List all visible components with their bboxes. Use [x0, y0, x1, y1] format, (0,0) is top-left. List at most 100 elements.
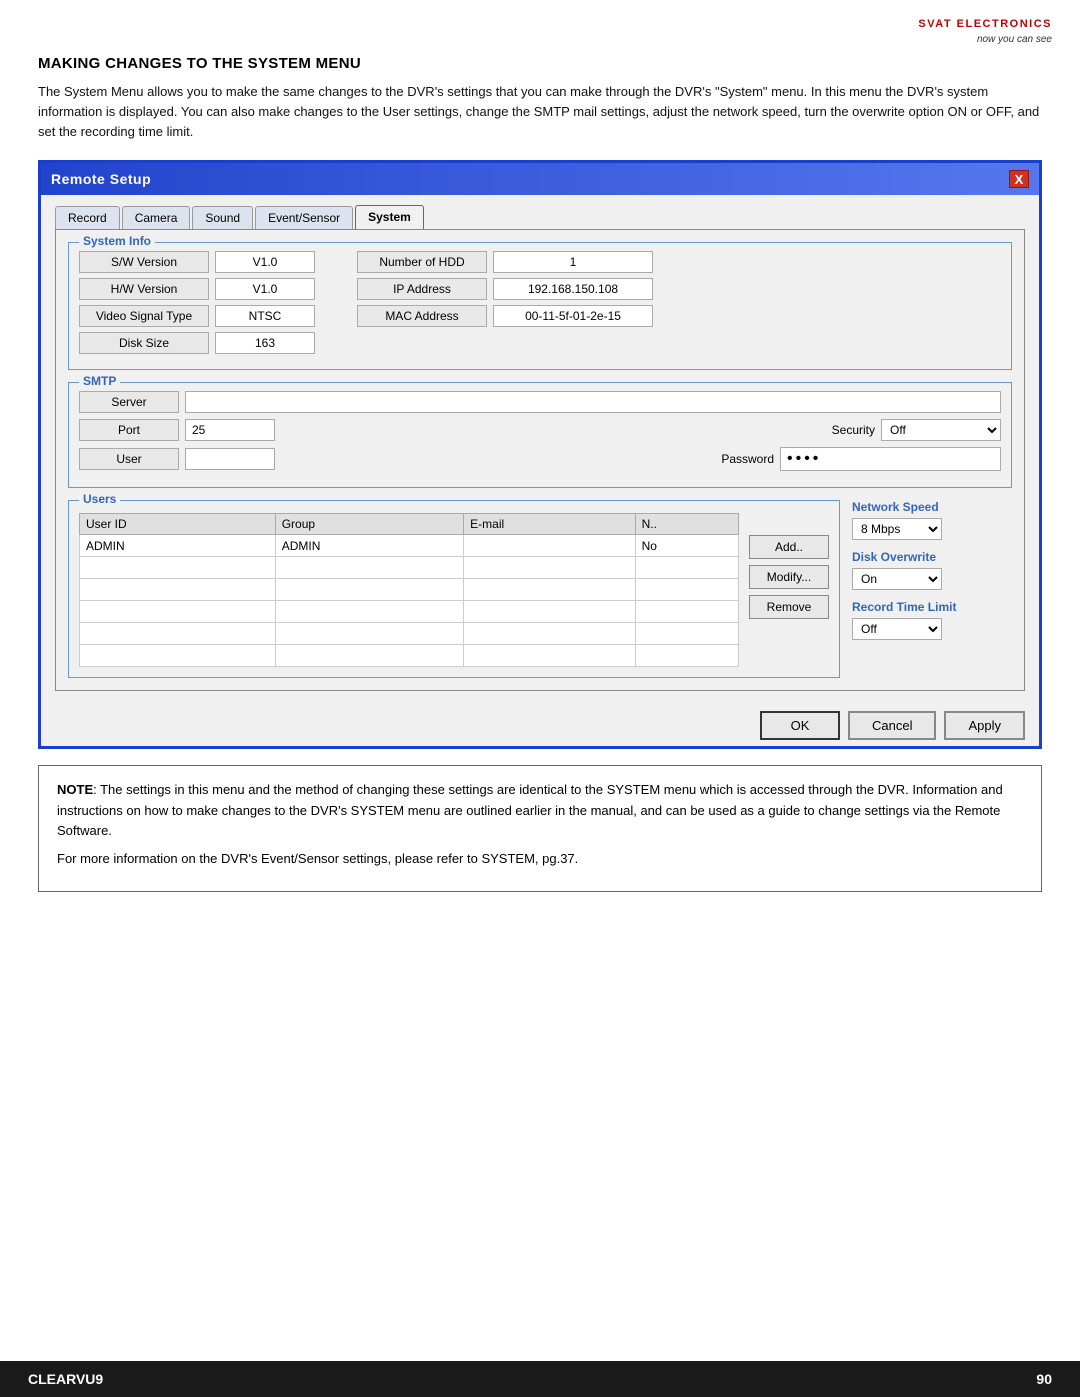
- sw-version-label: S/W Version: [79, 251, 209, 273]
- user-id-cell: ADMIN: [80, 535, 276, 557]
- brand-header: SVAT ELECTRONICS now you can see: [0, 0, 1080, 49]
- tab-content-system: System Info S/W Version V1.0 Number of H…: [55, 229, 1025, 691]
- section-smtp: SMTP Server Port Security Off: [68, 382, 1012, 488]
- smtp-user-label: User: [79, 448, 179, 470]
- col-email: E-mail: [464, 514, 635, 535]
- section-users: Users User ID Group E-mail: [68, 500, 840, 678]
- note-text-2: For more information on the DVR's Event/…: [57, 851, 578, 866]
- side-controls: Network Speed 8 Mbps 4 Mbps 2 Mbps 1 Mbp…: [852, 500, 1012, 678]
- network-speed-select-row: 8 Mbps 4 Mbps 2 Mbps 1 Mbps: [852, 518, 1012, 540]
- ip-address-value: 192.168.150.108: [493, 278, 653, 300]
- tab-sound[interactable]: Sound: [192, 206, 253, 229]
- smtp-port-input[interactable]: [185, 419, 275, 441]
- cancel-button[interactable]: Cancel: [848, 711, 936, 740]
- remove-user-button[interactable]: Remove: [749, 595, 829, 619]
- modify-user-button[interactable]: Modify...: [749, 565, 829, 589]
- smtp-password-input[interactable]: [780, 447, 1001, 471]
- record-time-limit-select-row: Off 1 Hr 2 Hr 3 Hr: [852, 618, 1012, 640]
- hdd-count-value: 1: [493, 251, 653, 273]
- section-system-info: System Info S/W Version V1.0 Number of H…: [68, 242, 1012, 370]
- network-speed-section: Network Speed 8 Mbps 4 Mbps 2 Mbps 1 Mbp…: [852, 500, 1012, 540]
- table-row: [80, 645, 739, 667]
- network-speed-label: Network Speed: [852, 500, 1012, 514]
- add-user-button[interactable]: Add..: [749, 535, 829, 559]
- info-row-sw: S/W Version V1.0 Number of HDD 1: [79, 251, 1001, 273]
- dialog-body: Record Camera Sound Event/Sensor System …: [41, 195, 1039, 703]
- disk-overwrite-select-row: On Off: [852, 568, 1012, 590]
- tab-system[interactable]: System: [355, 205, 424, 229]
- record-time-limit-section: Record Time Limit Off 1 Hr 2 Hr 3 Hr: [852, 600, 1012, 640]
- smtp-server-input[interactable]: [185, 391, 1001, 413]
- footer-page-number: 90: [1036, 1371, 1052, 1387]
- info-row-hw: H/W Version V1.0 IP Address 192.168.150.…: [79, 278, 1001, 300]
- mac-address-label: MAC Address: [357, 305, 487, 327]
- smtp-server-label: Server: [79, 391, 179, 413]
- intro-text: The System Menu allows you to make the s…: [38, 82, 1042, 142]
- dialog-title: Remote Setup: [51, 171, 151, 187]
- ip-address-label: IP Address: [357, 278, 487, 300]
- tab-record[interactable]: Record: [55, 206, 120, 229]
- table-row: ADMIN ADMIN No: [80, 535, 739, 557]
- note-box: NOTE: The settings in this menu and the …: [38, 765, 1042, 892]
- info-row-signal: Video Signal Type NTSC MAC Address 00-11…: [79, 305, 1001, 327]
- record-time-limit-select[interactable]: Off 1 Hr 2 Hr 3 Hr: [852, 618, 942, 640]
- smtp-user-row: User Password: [79, 447, 1001, 471]
- smtp-port-label: Port: [79, 419, 179, 441]
- brand-tagline: now you can see: [977, 34, 1052, 45]
- disk-size-label: Disk Size: [79, 332, 209, 354]
- apply-button[interactable]: Apply: [944, 711, 1025, 740]
- brand-logo: SVAT ELECTRONICS now you can see: [918, 18, 1052, 45]
- n-cell: No: [635, 535, 738, 557]
- hw-version-label: H/W Version: [79, 278, 209, 300]
- col-user-id: User ID: [80, 514, 276, 535]
- smtp-security-select[interactable]: Off SSL TLS: [881, 419, 1001, 441]
- users-and-controls: Users User ID Group E-mail: [68, 500, 1012, 678]
- col-n: N..: [635, 514, 738, 535]
- tab-event-sensor[interactable]: Event/Sensor: [255, 206, 353, 229]
- table-row: [80, 579, 739, 601]
- note-text-1: : The settings in this menu and the meth…: [57, 782, 1003, 837]
- tab-camera[interactable]: Camera: [122, 206, 191, 229]
- users-table-wrap: User ID Group E-mail N..: [79, 513, 739, 667]
- tabs-row: Record Camera Sound Event/Sensor System: [55, 205, 1025, 229]
- col-group: Group: [275, 514, 463, 535]
- note-line-1: NOTE: The settings in this menu and the …: [57, 780, 1023, 840]
- users-buttons: Add.. Modify... Remove: [749, 513, 829, 667]
- dialog-footer: OK Cancel Apply: [41, 703, 1039, 746]
- table-row: [80, 557, 739, 579]
- email-cell: [464, 535, 635, 557]
- video-signal-label: Video Signal Type: [79, 305, 209, 327]
- info-row-disk: Disk Size 163: [79, 332, 1001, 354]
- sw-version-value: V1.0: [215, 251, 315, 273]
- network-speed-select[interactable]: 8 Mbps 4 Mbps 2 Mbps 1 Mbps: [852, 518, 942, 540]
- brand-name: SVAT ELECTRONICS: [918, 18, 1052, 30]
- smtp-security-label: Security: [832, 423, 875, 437]
- disk-size-value: 163: [215, 332, 315, 354]
- smtp-password-label: Password: [721, 452, 774, 466]
- page-heading: Making Changes to the System Menu: [38, 55, 1042, 72]
- smtp-server-row: Server: [79, 391, 1001, 413]
- hdd-count-label: Number of HDD: [357, 251, 487, 273]
- smtp-user-input[interactable]: [185, 448, 275, 470]
- dialog-box: Remote Setup X Record Camera Sound Event…: [38, 160, 1042, 749]
- users-area: User ID Group E-mail N..: [79, 513, 829, 667]
- table-row: [80, 601, 739, 623]
- disk-overwrite-select[interactable]: On Off: [852, 568, 942, 590]
- group-cell: ADMIN: [275, 535, 463, 557]
- main-content: Making Changes to the System Menu The Sy…: [0, 49, 1080, 1361]
- users-section-label: Users: [79, 492, 120, 506]
- video-signal-value: NTSC: [215, 305, 315, 327]
- disk-overwrite-label: Disk Overwrite: [852, 550, 1012, 564]
- dialog-titlebar: Remote Setup X: [41, 163, 1039, 195]
- note-line-2: For more information on the DVR's Event/…: [57, 849, 1023, 869]
- page-footer: CLEARVU9 90: [0, 1361, 1080, 1397]
- dialog-close-button[interactable]: X: [1009, 170, 1029, 188]
- smtp-port-row: Port Security Off SSL TLS: [79, 419, 1001, 441]
- footer-product: CLEARVU9: [28, 1371, 103, 1387]
- hw-version-value: V1.0: [215, 278, 315, 300]
- users-table: User ID Group E-mail N..: [79, 513, 739, 667]
- page-wrapper: SVAT ELECTRONICS now you can see Making …: [0, 0, 1080, 1397]
- ok-button[interactable]: OK: [760, 711, 840, 740]
- disk-overwrite-section: Disk Overwrite On Off: [852, 550, 1012, 590]
- mac-address-value: 00-11-5f-01-2e-15: [493, 305, 653, 327]
